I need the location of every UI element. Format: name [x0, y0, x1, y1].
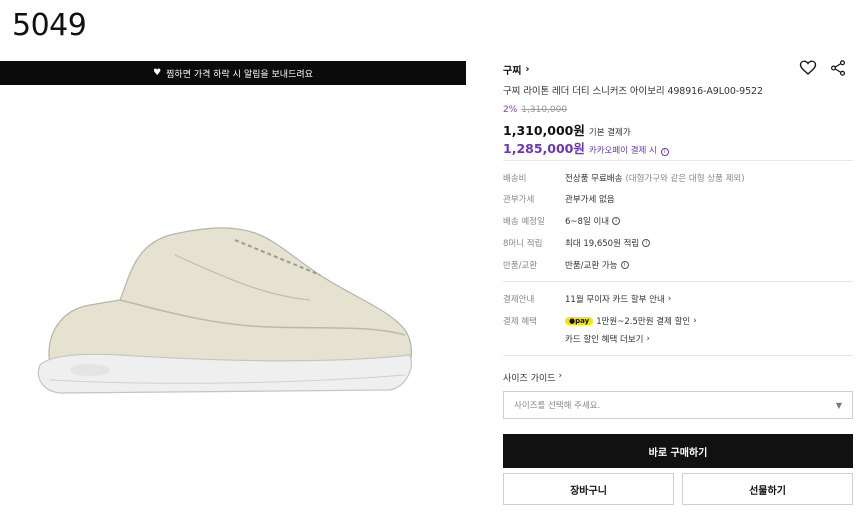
info-label: 결제 혜택 — [503, 317, 537, 327]
info-label: 배송비 — [503, 174, 527, 184]
payment-guide-row[interactable]: 결제안내 11월 무이자 카드 할부 안내 › — [503, 293, 671, 305]
kakao-price: 1,285,000원 — [503, 141, 585, 156]
chevron-right-icon: › — [693, 316, 697, 326]
caret-down-icon: ▼ — [835, 400, 842, 410]
payment-benefit-row[interactable]: 결제 혜택 ●pay 1만원~2.5만원 결제 할인 › — [503, 315, 697, 327]
product-info-panel: 구찌 › 구찌 라이톤 레더 더티 스니커즈 아이보리 498916-A9L00… — [503, 0, 853, 512]
price-row: 1,310,000원 기본 결제가 — [503, 120, 631, 139]
share-icon[interactable] — [829, 59, 847, 77]
price-note: 기본 결제가 — [588, 128, 631, 138]
chevron-right-icon: › — [667, 294, 672, 304]
info-label: 8머니 적립 — [503, 239, 543, 249]
kakaopay-badge: ●pay — [565, 317, 594, 325]
cart-button[interactable]: 장바구니 — [503, 473, 674, 505]
banner-text: 찜하면 가격 하락 시 알림을 보내드려요 — [166, 69, 313, 80]
size-guide-link[interactable]: 사이즈 가이드 › — [503, 371, 562, 384]
info-label: 반품/교환 — [503, 261, 538, 271]
page-number: 5049 — [12, 8, 87, 43]
card-discount-link[interactable]: 카드 할인 혜택 더보기 › — [565, 333, 650, 345]
kakao-price-row[interactable]: 1,285,000원 카카오페이 결제 시 i — [503, 138, 669, 157]
kakao-note: 카카오페이 결제 시 — [588, 146, 657, 156]
chevron-right-icon: › — [646, 334, 650, 344]
price: 1,310,000원 — [503, 123, 585, 138]
benefit-value: 1만원~2.5만원 결제 할인 — [596, 317, 691, 327]
size-guide-label: 사이즈 가이드 — [503, 374, 556, 384]
info-icon[interactable]: i — [612, 217, 621, 225]
product-image — [37, 227, 412, 394]
info-value: 관부가세 없음 — [565, 195, 615, 205]
chevron-right-icon: › — [525, 64, 530, 75]
info-label: 결제안내 — [503, 295, 535, 305]
heart-icon[interactable] — [799, 59, 817, 77]
size-select[interactable]: 사이즈를 선택해 주세요. ▼ — [503, 391, 853, 419]
info-row-return: 반품/교환 반품/교환 가능 i — [503, 259, 629, 271]
divider — [503, 281, 853, 282]
buy-now-button[interactable]: 바로 구매하기 — [503, 434, 853, 468]
info-label: 배송 예정일 — [503, 217, 545, 227]
info-value: 최대 19,650원 적립 — [565, 239, 640, 249]
wishlist-banner[interactable]: ♥ 찜하면 가격 하락 시 알림을 보내드려요 — [0, 61, 466, 85]
info-row-shipping: 배송비 전상품 무료배송 (대형가구와 같은 대형 상품 제외) — [503, 172, 745, 184]
info-extra: (대형가구와 같은 대형 상품 제외) — [625, 174, 745, 184]
chevron-right-icon: › — [558, 371, 563, 381]
info-value: 6~8일 이내 — [565, 217, 610, 227]
brand-name: 구찌 — [503, 66, 522, 77]
brand-link[interactable]: 구찌 › — [503, 62, 530, 77]
info-value: 반품/교환 가능 — [565, 261, 618, 271]
size-placeholder: 사이즈를 선택해 주세요. — [514, 401, 601, 411]
info-value: 전상품 무료배송 — [565, 174, 623, 184]
divider — [503, 355, 853, 356]
info-icon[interactable]: i — [620, 261, 629, 269]
discount-percent: 2% — [503, 105, 518, 115]
gift-button[interactable]: 선물하기 — [682, 473, 853, 505]
payment-guide-value: 11월 무이자 카드 할부 안내 — [565, 295, 665, 305]
card-link-text: 카드 할인 혜택 더보기 — [565, 335, 644, 345]
heart-small-icon: ♥ — [153, 68, 162, 78]
info-icon[interactable]: i — [642, 239, 651, 247]
action-icons — [799, 59, 847, 77]
divider — [503, 160, 853, 161]
info-row-points: 8머니 적립 최대 19,650원 적립 i — [503, 237, 651, 249]
info-row-delivery: 배송 예정일 6~8일 이내 i — [503, 215, 621, 227]
info-label: 관부가세 — [503, 195, 535, 205]
info-row-duty: 관부가세 관부가세 없음 — [503, 193, 615, 205]
info-icon[interactable]: i — [660, 148, 669, 156]
original-price: 1,310,000 — [521, 105, 568, 115]
product-title: 구찌 라이톤 레더 더티 스니커즈 아이보리 498916-A9L00-9522 — [503, 86, 763, 97]
discount-row: 2% 1,310,000 — [503, 105, 567, 115]
